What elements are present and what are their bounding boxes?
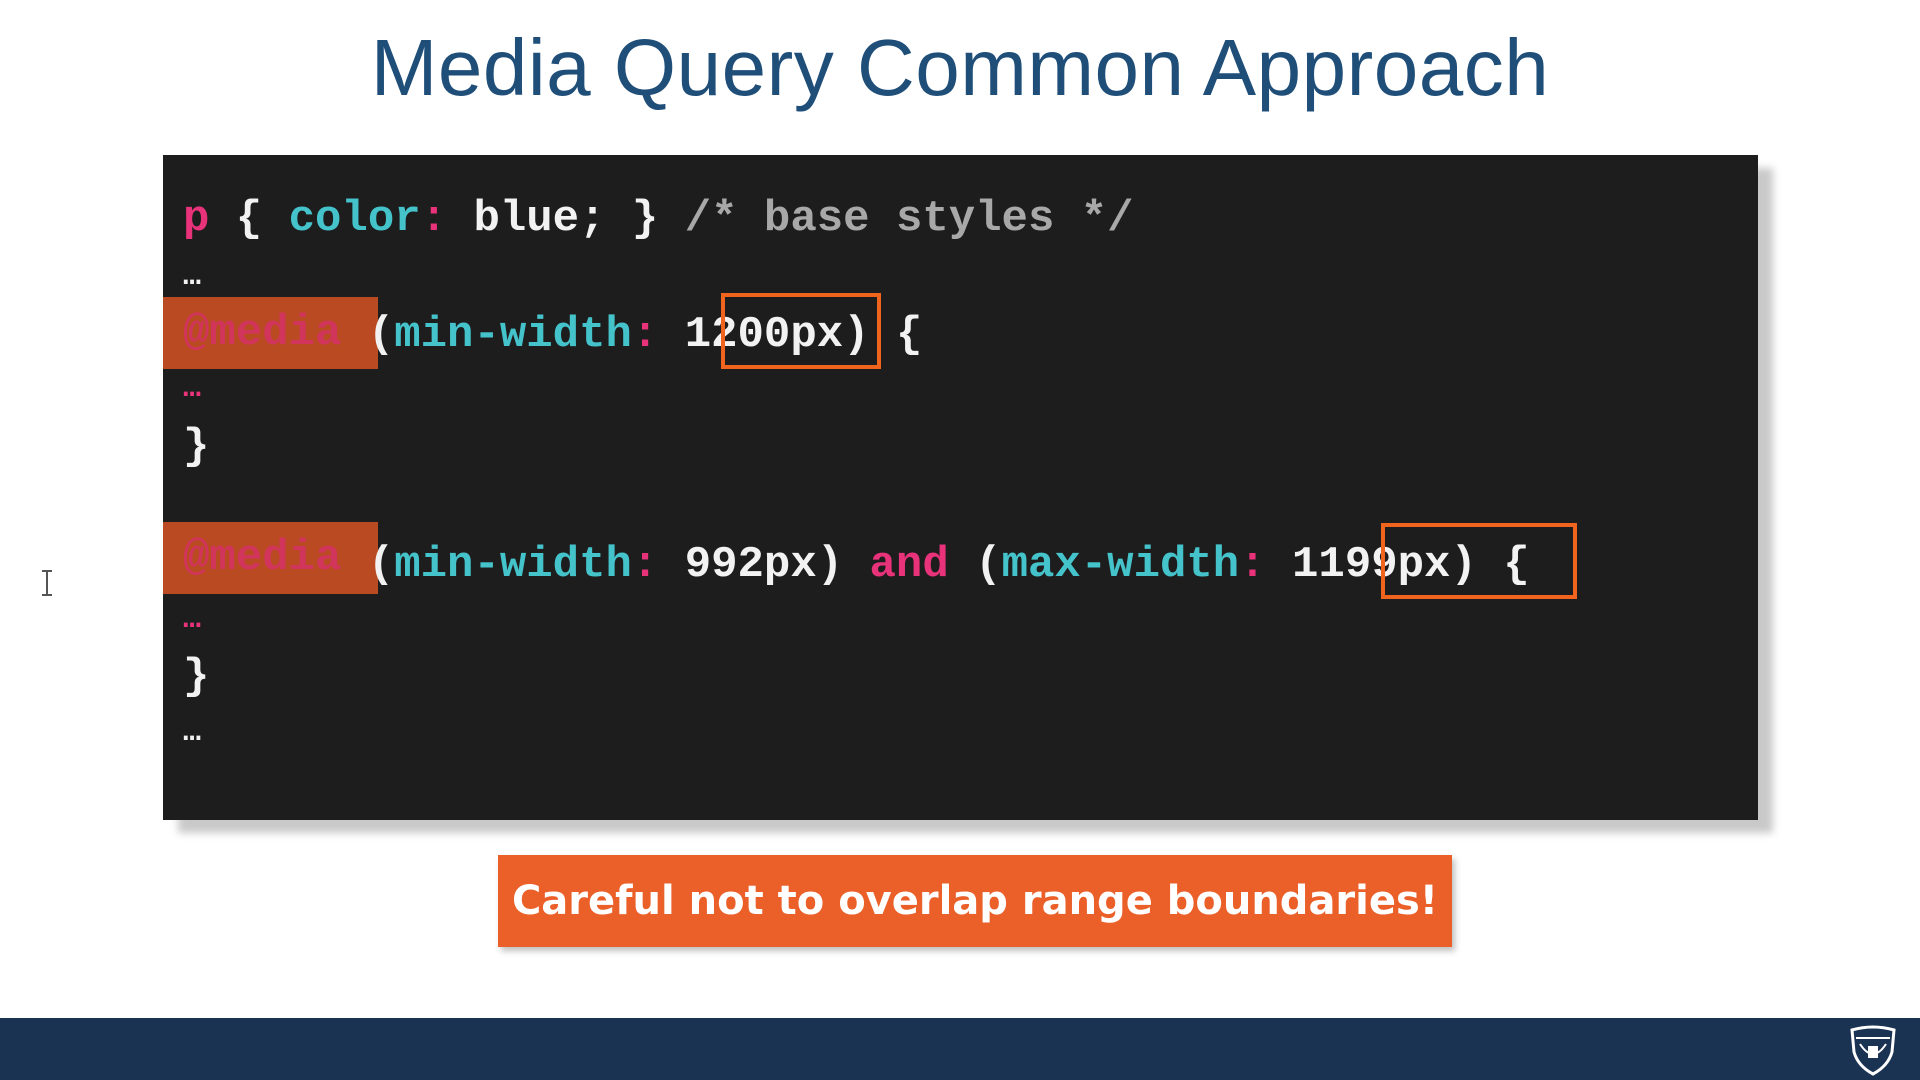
code-line-ellipsis: …	[183, 243, 201, 303]
code-line-close: }	[183, 417, 209, 477]
breakpoint-value-1199: 1199px	[1292, 540, 1451, 590]
feature-token-min: min-width	[394, 540, 632, 590]
paren-token: (	[341, 540, 395, 590]
warning-text: Careful not to overlap range boundaries!	[511, 878, 1439, 924]
value-token: blue; }	[447, 194, 685, 244]
ellipsis-token: …	[183, 372, 202, 406]
close-token: ) {	[1450, 540, 1530, 590]
close-brace-token: }	[183, 422, 210, 472]
code-line-ellipsis-pink: …	[183, 355, 201, 415]
text-cursor-icon	[38, 568, 56, 598]
code-line-ellipsis: …	[183, 699, 201, 759]
value-token-992: 992px)	[658, 540, 870, 590]
warning-banner: Careful not to overlap range boundaries!	[498, 855, 1452, 947]
code-line-media-992-1199: @media (min-width: 992px) and (max-width…	[183, 535, 1530, 595]
feature-token-max: max-width	[1001, 540, 1240, 590]
slide: Media Query Common Approach p { color: b…	[0, 0, 1920, 1080]
comment-token: /* base styles */	[684, 194, 1134, 244]
colon-token: :	[631, 310, 659, 360]
selector-token: p	[183, 194, 210, 244]
code-line-base-style: p { color: blue; } /* base styles */	[183, 189, 1134, 249]
close-token: ) {	[843, 310, 923, 360]
colon-token: :	[1239, 540, 1266, 590]
paren-token: (	[341, 310, 395, 360]
brace-token: {	[209, 194, 289, 244]
university-shield-logo	[1846, 1024, 1900, 1076]
ellipsis-token: …	[183, 260, 202, 294]
close-brace-token: }	[183, 652, 210, 702]
and-keyword: and	[869, 540, 949, 590]
slide-title: Media Query Common Approach	[370, 23, 1550, 112]
footer-bar	[0, 1018, 1920, 1080]
code-line-close: }	[183, 647, 209, 707]
ellipsis-token: …	[183, 603, 202, 637]
code-panel: p { color: blue; } /* base styles */ … @…	[163, 155, 1758, 820]
code-line-media-1200: @media (min-width: 1200px) {	[183, 305, 923, 365]
property-token: color	[288, 194, 421, 244]
colon-token: :	[420, 194, 448, 244]
ellipsis-token: …	[183, 716, 202, 750]
feature-token: min-width	[394, 310, 632, 360]
breakpoint-value-1200: 1200px	[684, 310, 844, 360]
paren-token: (	[948, 540, 1002, 590]
colon-token: :	[631, 540, 659, 590]
code-line-ellipsis-pink: …	[183, 586, 201, 646]
